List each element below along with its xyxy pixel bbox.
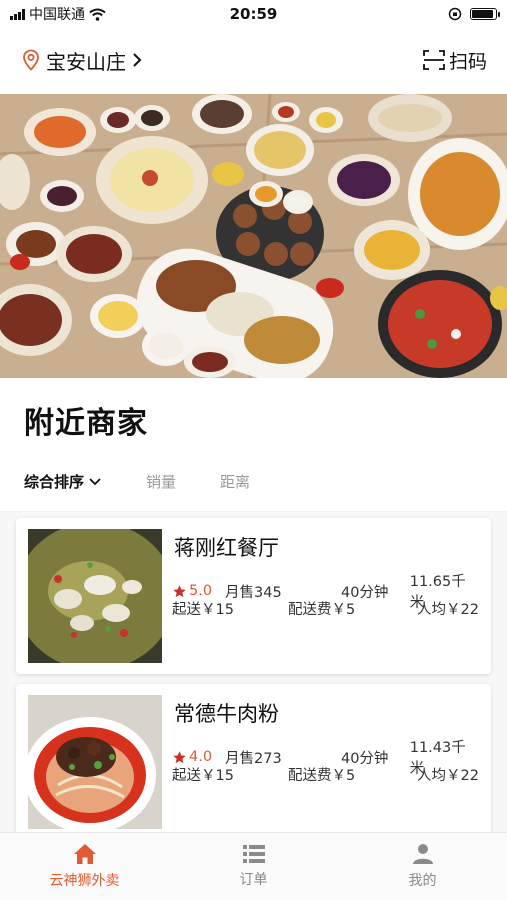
tab-home[interactable]: 云神狮外卖 [0, 833, 169, 900]
star-icon [173, 750, 186, 763]
sort-default-label: 综合排序 [24, 473, 85, 491]
rating: 4.0 [172, 749, 225, 765]
location-label: 宝安山庄 [46, 49, 126, 74]
sort-option-default[interactable]: 综合排序 [24, 471, 102, 492]
status-bar: 中国联通 20:59 [0, 0, 507, 28]
min-order: 起送￥15 [172, 602, 234, 618]
scan-icon [423, 50, 445, 70]
list-icon [242, 845, 265, 863]
tab-orders[interactable]: 订单 [169, 833, 338, 900]
user-icon [412, 844, 433, 864]
delivery-fee: 配送费￥5 [288, 602, 356, 618]
sort-option-distance[interactable]: 距离 [220, 471, 250, 492]
star-icon [173, 584, 186, 597]
restaurant-card[interactable]: 常德牛肉粉 4.0 月售273 40分钟 11.43千米 起送￥15 配送费￥5… [16, 684, 491, 840]
sort-bar: 综合排序 销量 距离 [0, 452, 507, 512]
status-time: 20:59 [229, 5, 278, 23]
chevron-down-icon [89, 477, 101, 485]
restaurant-card[interactable]: 蒋刚红餐厅 5.0 月售345 40分钟 11.65千米 起送￥15 配送费￥5… [16, 518, 491, 674]
section-title: 附近商家 [24, 406, 148, 441]
header: 宝安山庄 扫码 [0, 28, 507, 92]
signal-icon [10, 8, 25, 20]
rating: 5.0 [172, 583, 225, 599]
wifi-icon [89, 8, 106, 21]
tab-bar: 云神狮外卖 订单 我的 [0, 832, 507, 900]
delivery-fee: 配送费￥5 [288, 768, 356, 784]
carrier-label: 中国联通 [29, 7, 85, 23]
location-selector[interactable]: 宝安山庄 [22, 46, 142, 75]
home-icon [73, 844, 96, 864]
tab-profile-label: 我的 [408, 873, 437, 889]
rating-value: 4.0 [189, 749, 213, 765]
scan-label: 扫码 [448, 50, 487, 73]
tab-profile[interactable]: 我的 [338, 833, 507, 900]
restaurant-thumbnail [28, 695, 162, 829]
avg-price: 人均￥22 [417, 768, 479, 784]
restaurant-name: 常德牛肉粉 [174, 702, 279, 726]
tab-orders-label: 订单 [239, 872, 268, 888]
restaurant-name: 蒋刚红餐厅 [174, 536, 279, 560]
min-order: 起送￥15 [172, 768, 234, 784]
banner-image[interactable] [0, 94, 507, 378]
rating-value: 5.0 [189, 583, 213, 599]
tab-home-label: 云神狮外卖 [49, 873, 120, 889]
scan-button[interactable]: 扫码 [423, 47, 487, 74]
battery-icon [470, 8, 500, 20]
orientation-lock-icon [448, 7, 462, 21]
avg-price: 人均￥22 [417, 602, 479, 618]
chevron-right-icon [133, 53, 142, 67]
location-pin-icon [23, 49, 39, 71]
restaurant-thumbnail [28, 529, 162, 663]
sort-option-sales[interactable]: 销量 [146, 471, 176, 492]
